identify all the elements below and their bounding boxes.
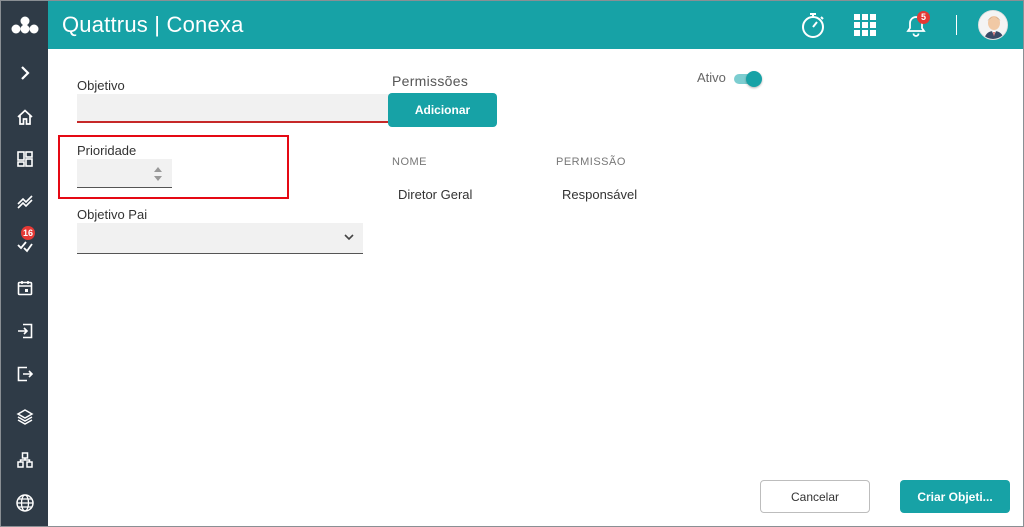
header-divider	[956, 15, 957, 35]
objective-input[interactable]	[77, 94, 389, 121]
objective-label: Objetivo	[77, 78, 125, 93]
app-title: Quattrus | Conexa	[62, 12, 244, 37]
permission-row-name: Diretor Geral	[398, 187, 473, 202]
calendar-icon	[17, 281, 32, 296]
trend-icon	[16, 195, 33, 209]
sidebar-item-hierarchy[interactable]	[1, 445, 48, 475]
sidebar-item-dashboard[interactable]	[1, 144, 48, 174]
timer-button[interactable]	[797, 9, 829, 41]
hierarchy-icon	[16, 452, 33, 468]
parent-objective-select[interactable]	[77, 223, 363, 254]
add-permission-button[interactable]: Adicionar	[388, 93, 497, 127]
apps-grid-button[interactable]	[849, 9, 881, 41]
layers-icon	[15, 409, 34, 425]
column-header-permission: PERMISSÃO	[556, 156, 626, 168]
notifications-button[interactable]: 5	[900, 9, 932, 41]
parent-objective-value[interactable]	[77, 223, 363, 253]
sidebar: 16	[1, 1, 48, 526]
app-logo[interactable]	[1, 1, 48, 49]
stepper-arrows-icon[interactable]	[152, 165, 164, 183]
permissions-title: Permissões	[392, 73, 469, 89]
top-header: Quattrus | Conexa 5	[48, 1, 1023, 49]
apps-grid-icon	[854, 14, 876, 36]
priority-stepper[interactable]	[77, 159, 172, 188]
user-avatar[interactable]	[978, 10, 1008, 40]
app-window: 16 Quattrus | Conexa 5 Objetivo Priorida…	[0, 0, 1024, 527]
column-header-name: NOME	[392, 156, 427, 168]
cancel-button[interactable]: Cancelar	[760, 480, 870, 513]
objective-field[interactable]	[77, 94, 389, 123]
home-icon	[16, 109, 33, 125]
sidebar-item-globe[interactable]	[1, 488, 48, 518]
priority-label: Prioridade	[77, 143, 137, 158]
logout-icon	[17, 366, 33, 382]
sidebar-expand-button[interactable]	[1, 58, 48, 88]
chevron-down-icon	[344, 234, 354, 241]
avatar-icon	[979, 11, 1007, 39]
sidebar-item-login[interactable]	[1, 316, 48, 346]
globe-icon	[15, 494, 34, 512]
sidebar-item-trend[interactable]	[1, 187, 48, 217]
sidebar-item-home[interactable]	[1, 102, 48, 132]
stopwatch-icon	[802, 13, 824, 38]
sidebar-item-calendar[interactable]	[1, 273, 48, 303]
tasks-badge: 16	[21, 226, 36, 240]
logo-icon	[11, 16, 38, 34]
sidebar-item-layers[interactable]	[1, 402, 48, 432]
toggle-knob	[746, 71, 762, 87]
create-objective-button[interactable]: Criar Objeti...	[900, 480, 1010, 513]
active-toggle[interactable]	[734, 71, 762, 87]
chevron-right-icon	[20, 66, 30, 80]
notification-badge: 5	[917, 11, 930, 24]
sidebar-item-logout[interactable]	[1, 359, 48, 389]
permission-row-role: Responsável	[562, 187, 638, 202]
parent-objective-label: Objetivo Pai	[77, 207, 148, 222]
login-icon	[17, 323, 32, 339]
active-label: Ativo	[697, 70, 726, 85]
sidebar-item-tasks[interactable]: 16	[1, 226, 48, 260]
dashboard-icon	[16, 151, 33, 167]
